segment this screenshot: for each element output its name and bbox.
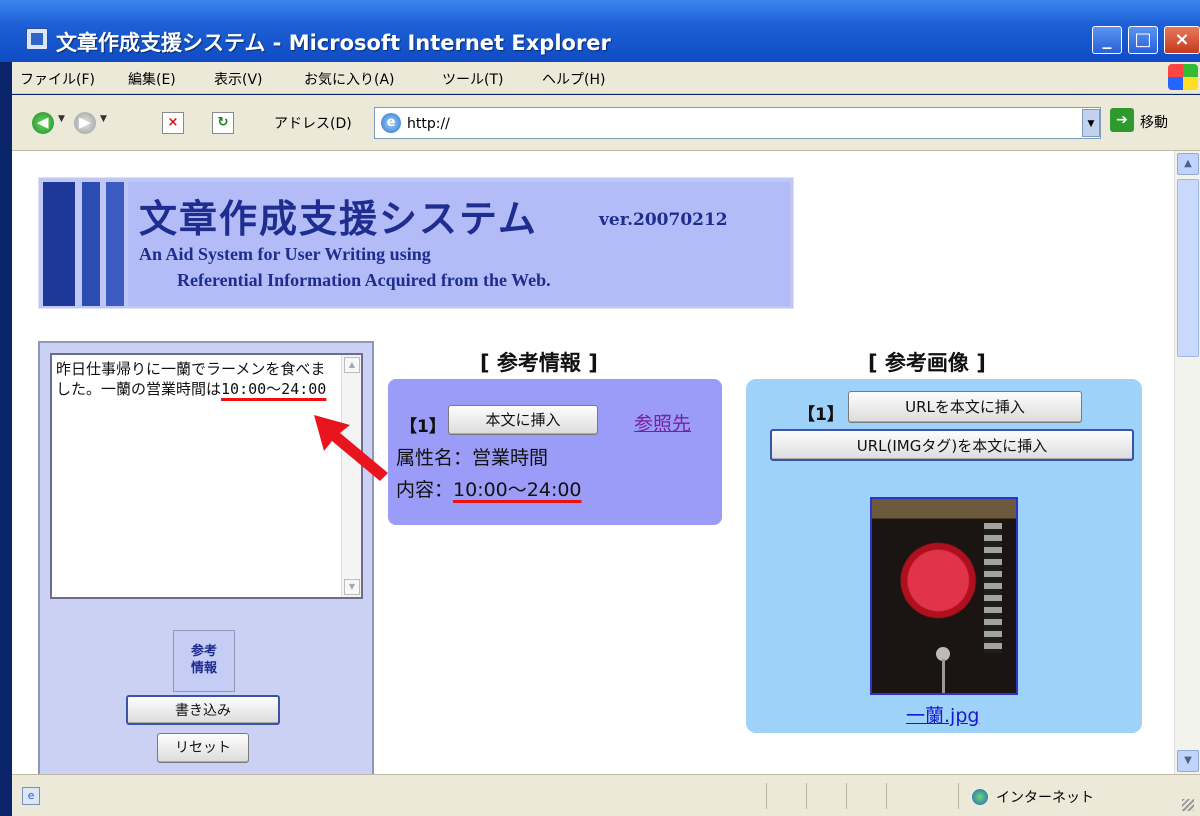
reference-photo[interactable]	[870, 497, 1018, 695]
page-header-banner: 文章作成支援システム ver.20070212 An Aid System fo…	[38, 177, 794, 309]
version-label: ver.20070212	[599, 210, 728, 230]
refresh-button[interactable]: ↻	[212, 112, 234, 134]
subtitle-line-2: Referential Information Acquired from th…	[177, 270, 551, 290]
status-divider	[886, 783, 887, 809]
write-button[interactable]: 書き込み	[126, 695, 280, 725]
address-dropdown-button[interactable]: ▼	[1082, 109, 1100, 137]
banner-stripe	[106, 182, 124, 306]
statusbar: e インターネット	[12, 774, 1200, 816]
close-button[interactable]: ×	[1164, 26, 1200, 54]
status-divider	[806, 783, 807, 809]
menu-edit[interactable]: 編集(E)	[128, 69, 176, 89]
page-status-icon: e	[22, 787, 40, 805]
menu-tools[interactable]: ツール(T)	[442, 69, 503, 89]
reference-index: 【1】	[400, 417, 446, 437]
status-divider	[958, 783, 959, 809]
internet-zone-icon	[972, 789, 988, 805]
address-label: アドレス(D)	[274, 116, 352, 132]
attribute-name: 属性名：営業時間	[396, 447, 549, 469]
go-button[interactable]: 移動	[1140, 112, 1168, 132]
insert-url-button[interactable]: URLを本文に挿入	[848, 391, 1082, 423]
banner-stripe	[82, 182, 100, 306]
reference-info-box: 【1】 本文に挿入 参照先 属性名：営業時間 内容：10:00〜24:00	[388, 379, 722, 525]
menu-file[interactable]: ファイル(F)	[20, 69, 95, 89]
source-link[interactable]: 参照先	[634, 409, 691, 436]
photo-pole	[942, 659, 945, 693]
back-dropdown-icon[interactable]: ▼	[58, 114, 65, 124]
subtitle-line-1: An Aid System for User Writing using	[139, 244, 431, 264]
status-divider	[766, 783, 767, 809]
minimize-button[interactable]: _	[1092, 26, 1122, 54]
forward-button[interactable]: ▶	[74, 112, 96, 134]
back-arrow-icon: ◀	[37, 113, 49, 131]
body-text[interactable]: 昨日仕事帰りに一蘭でラーメンを食べました。一蘭の営業時間は10:00～24:00	[56, 359, 340, 399]
scroll-up-icon[interactable]: ▲	[344, 357, 360, 373]
go-arrow-icon[interactable]: ➔	[1110, 108, 1134, 132]
insert-img-tag-button[interactable]: URL(IMGタグ)を本文に挿入	[770, 429, 1134, 461]
reference-info-title: [ 参考情報 ]	[480, 351, 598, 375]
windows-logo-icon	[1168, 64, 1198, 90]
content-label: 内容：	[396, 479, 454, 501]
page-scrollbar[interactable]: ▲ ▼	[1174, 151, 1200, 774]
page-title: 文章作成支援システム	[139, 196, 538, 241]
back-button[interactable]: ◀	[32, 112, 54, 134]
address-bar[interactable]: e	[374, 107, 1101, 139]
reset-button[interactable]: リセット	[157, 733, 249, 763]
menu-favorites[interactable]: お気に入り(A)	[304, 69, 395, 89]
image-filename-link[interactable]: 一蘭.jpg	[906, 701, 979, 728]
annotation-arrow	[314, 415, 388, 481]
reference-info-button[interactable]: 参考 情報	[173, 630, 235, 692]
insert-into-body-button[interactable]: 本文に挿入	[448, 405, 598, 435]
toolbar: ◀ ▼ ▶ ▼ × ↻ アドレス(D) e ▼ ➔ 移動	[12, 95, 1200, 151]
status-divider	[846, 783, 847, 809]
menu-view[interactable]: 表示(V)	[214, 69, 263, 89]
menubar: ファイル(F) 編集(E) 表示(V) お気に入り(A) ツール(T) ヘルプ(…	[12, 62, 1200, 94]
scroll-thumb[interactable]	[1177, 179, 1199, 357]
reference-image-title: [ 参考画像 ]	[868, 351, 986, 375]
page-icon: e	[381, 113, 401, 133]
body-text-hours: 10:00～24:00	[221, 380, 327, 398]
address-input[interactable]	[407, 114, 1057, 134]
scroll-down-icon[interactable]: ▼	[344, 579, 360, 595]
window-title: 文章作成支援システム - Microsoft Internet Explorer	[56, 31, 611, 55]
scroll-down-icon[interactable]: ▼	[1177, 750, 1199, 772]
page-viewport: 文章作成支援システム ver.20070212 An Aid System fo…	[12, 151, 1174, 774]
ie-window-icon	[26, 28, 48, 50]
reference-image-box: 【1】 URLを本文に挿入 URL(IMGタグ)を本文に挿入 一蘭.jpg	[746, 379, 1142, 733]
content-value: 10:00〜24:00	[453, 479, 582, 501]
photo-banner	[984, 523, 1002, 653]
editor-panel: 昨日仕事帰りに一蘭でラーメンを食べました。一蘭の営業時間は10:00～24:00…	[38, 341, 374, 774]
resize-grip-icon[interactable]	[1182, 799, 1194, 811]
menu-help[interactable]: ヘルプ(H)	[542, 69, 605, 89]
scroll-up-icon[interactable]: ▲	[1177, 153, 1199, 175]
maximize-button[interactable]: □	[1128, 26, 1158, 54]
forward-dropdown-icon[interactable]: ▼	[100, 114, 107, 124]
window-titlebar: 文章作成支援システム - Microsoft Internet Explorer…	[0, 0, 1200, 62]
stop-button[interactable]: ×	[162, 112, 184, 134]
image-index: 【1】	[798, 405, 844, 425]
security-zone-label: インターネット	[996, 790, 1094, 806]
content-row: 内容：10:00〜24:00	[396, 475, 582, 502]
forward-arrow-icon: ▶	[79, 113, 91, 131]
banner-stripe	[43, 182, 75, 306]
